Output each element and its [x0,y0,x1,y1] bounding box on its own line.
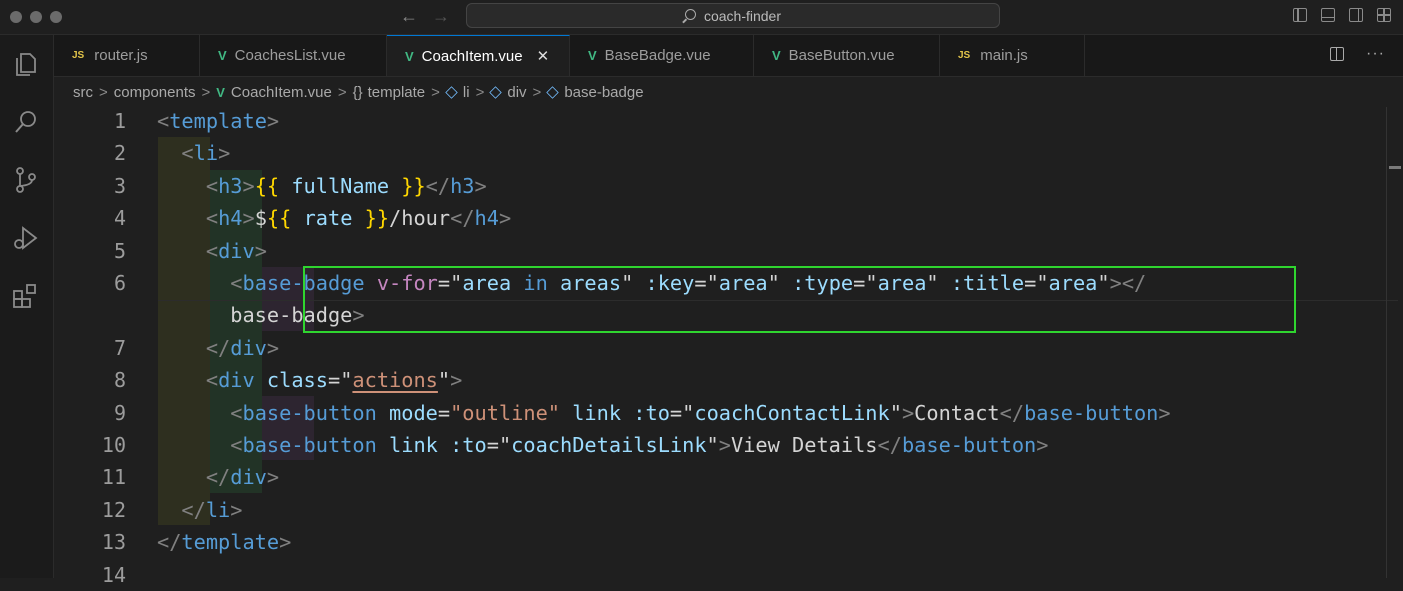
code-text: <base-button link :to="coachDetailsLink"… [54,429,1384,461]
element-cube-icon [489,85,503,99]
vue-file-icon: V [218,48,227,63]
maximize-window-button[interactable] [50,11,62,23]
vue-file-icon: V [772,48,781,63]
toggle-primary-sidebar-icon[interactable] [1293,8,1307,22]
code-text: <li> [54,137,1384,169]
highlight-box [303,266,1296,333]
tab-base-badge-vue[interactable]: V BaseBadge.vue [570,35,754,76]
breadcrumb-separator: > [532,83,542,101]
tab-coach-item-vue[interactable]: V CoachItem.vue ✕ [387,35,570,76]
code-content: <li> [181,141,231,166]
js-file-icon: JS [958,50,971,61]
element-cube-icon [546,85,560,99]
vue-file-icon: V [216,84,225,100]
editor-tabs: JS router.js V CoachesList.vue V CoachIt… [54,35,1403,77]
code-text: <h4>${{ rate }}/hour</h4> [54,202,1384,234]
braces-icon: {} [352,83,363,101]
breadcrumb-item[interactable]: template [368,84,426,101]
tab-label: CoachItem.vue [421,47,523,65]
command-center-search[interactable]: coach-finder [466,3,1000,28]
js-file-icon: JS [72,50,85,61]
more-actions-icon[interactable]: ··· [1366,46,1385,62]
tab-actions: ··· [1330,46,1385,62]
customize-layout-icon[interactable] [1377,8,1391,22]
back-arrow-icon[interactable]: ← [400,6,418,26]
run-debug-icon[interactable] [11,223,41,253]
breadcrumb-item[interactable]: li [463,84,470,101]
breadcrumb-separator: > [475,83,485,101]
code-text: <div class="actions"> [54,364,1384,396]
close-window-button[interactable] [10,11,22,23]
vue-file-icon: V [588,48,597,63]
source-control-icon[interactable] [11,165,41,195]
activity-bar [0,35,54,578]
code-text: <h3>{{ fullName }}</h3> [54,170,1384,202]
breadcrumb-item[interactable]: src [73,84,93,101]
extensions-icon[interactable] [11,281,41,311]
tab-router-js[interactable]: JS router.js [54,35,200,76]
toggle-secondary-sidebar-icon[interactable] [1349,8,1363,22]
code-text: </li> [54,494,1384,526]
code-text: <div> [54,235,1384,267]
breadcrumb-item[interactable]: base-badge [564,84,643,101]
title-bar: ← → coach-finder [0,0,1403,35]
breadcrumb-separator: > [201,83,211,101]
code-editor[interactable]: 1 2 3 4 5 6 7 8 9 10 11 12 13 14 <template> <li> <h3>{… [54,105,1403,587]
search-text: coach-finder [703,7,782,24]
vue-file-icon: V [405,48,414,64]
code-content: <base-button link :to="coachDetailsLink"… [230,433,1049,457]
breadcrumb-item[interactable]: div [507,84,526,101]
line-number: 14 [101,562,126,587]
tab-label: main.js [980,47,1028,64]
code-content: </template> [157,530,292,555]
tab-label: router.js [94,47,148,64]
breadcrumb-separator: > [431,83,440,101]
breadcrumb-separator: > [337,83,347,101]
code-content: <h3>{{ fullName }}</h3> [205,173,487,198]
code-text: <template> [54,105,1384,137]
code-content: <base-button mode="outline" link :to="co… [230,400,1171,425]
tab-base-button-vue[interactable]: V BaseButton.vue [754,35,940,76]
tab-label: BaseBadge.vue [604,47,711,64]
vertical-scrollbar[interactable] [1386,107,1403,578]
element-cube-icon [445,85,458,99]
code-content: </div> [205,335,280,360]
code-content: </li> [181,497,243,522]
tab-main-js[interactable]: JS main.js [940,35,1085,76]
code-content: <div> [205,238,267,263]
code-text: </div> [54,332,1384,364]
forward-arrow-icon[interactable]: → [432,6,450,26]
code-text: <base-button mode="outline" link :to="co… [54,397,1384,429]
code-line[interactable]: 14 [54,559,1384,591]
code-content: <div class="actions"> [205,368,463,393]
scroll-marker [1389,166,1401,169]
breadcrumb: src > components > V CoachItem.vue > {} … [54,77,1403,107]
breadcrumb-separator: > [99,83,108,101]
search-icon [684,9,696,20]
code-content: </div> [205,465,280,490]
tab-label: BaseButton.vue [788,47,895,64]
code-text: </div> [54,461,1384,493]
code-content: <h4>${{ rate }}/hour</h4> [205,206,512,231]
close-tab-icon[interactable]: ✕ [537,47,550,65]
tab-label: CoachesList.vue [234,47,346,64]
breadcrumb-item[interactable]: CoachItem.vue [231,84,332,101]
tab-coaches-list-vue[interactable]: V CoachesList.vue [200,35,387,76]
search-icon[interactable] [11,107,41,137]
breadcrumb-item[interactable]: components [114,84,196,101]
code-content: <template> [157,109,280,133]
toggle-panel-icon[interactable] [1321,8,1335,22]
code-text: </template> [54,526,1384,558]
layout-controls [1293,8,1391,22]
split-editor-icon[interactable] [1330,47,1345,61]
explorer-icon[interactable] [11,49,41,79]
minimize-window-button[interactable] [30,11,42,23]
